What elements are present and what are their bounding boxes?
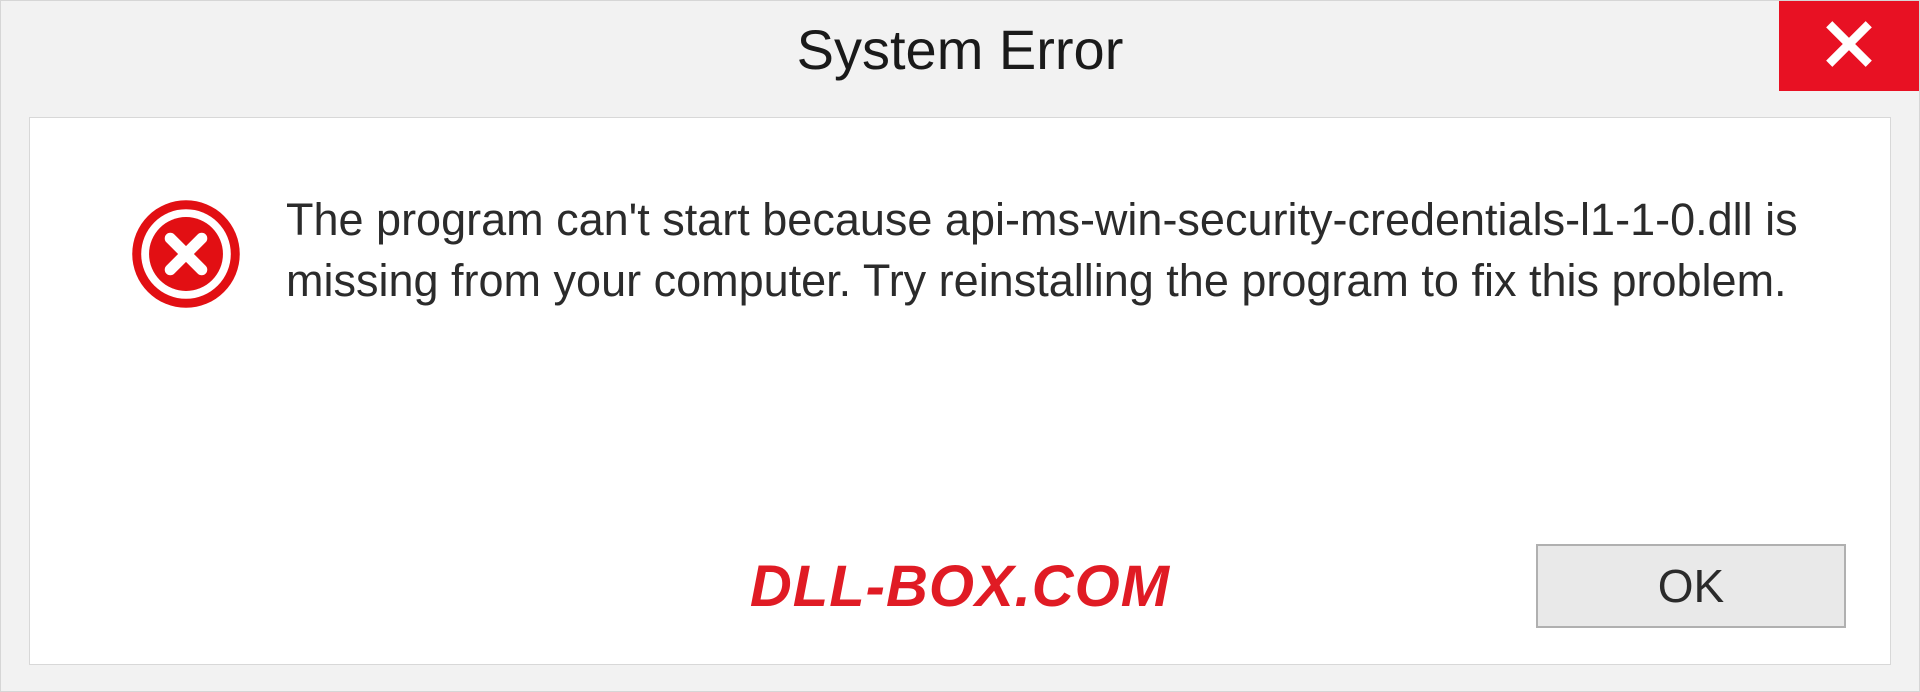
dialog-content: The program can't start because api-ms-w… — [29, 117, 1891, 665]
ok-button[interactable]: OK — [1536, 544, 1846, 628]
message-row: The program can't start because api-ms-w… — [30, 118, 1890, 544]
titlebar: System Error — [1, 1, 1919, 97]
error-icon — [130, 198, 242, 310]
error-message: The program can't start because api-ms-w… — [286, 190, 1830, 312]
dialog-footer: DLL-BOX.COM OK — [30, 544, 1890, 664]
close-icon — [1824, 19, 1874, 74]
close-button[interactable] — [1779, 1, 1919, 91]
dialog-title: System Error — [797, 17, 1124, 82]
watermark-text: DLL-BOX.COM — [750, 553, 1170, 620]
